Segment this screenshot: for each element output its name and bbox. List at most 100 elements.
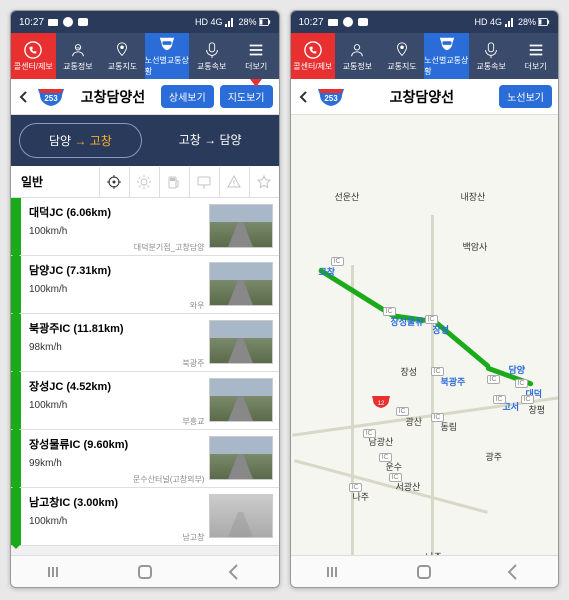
nav-traffic-news[interactable]: 교통속보	[189, 33, 234, 79]
list-item[interactable]: 대덕JC (6.06km)100km/h대덕분기점_고창담양	[11, 198, 279, 256]
notif-icon	[327, 16, 339, 28]
filter-star[interactable]	[249, 167, 279, 197]
hint-arrow-icon	[250, 79, 262, 87]
warning-icon	[226, 174, 242, 190]
map-label: 선운산	[335, 190, 360, 203]
notif-icon	[47, 16, 59, 28]
cctv-thumbnail[interactable]	[209, 436, 273, 480]
direction-a[interactable]: 담양 → 고창	[19, 123, 142, 158]
phone-right: 10:27 HD 4G 28% 콜센터/제보 교통정보 교통지도 노선별교통상황…	[290, 10, 560, 588]
status-net: HD 4G	[195, 17, 223, 27]
status-bar: 10:27 HD 4G 28%	[11, 11, 279, 33]
cctv-thumbnail[interactable]	[209, 378, 273, 422]
route-title: 고창담양선	[351, 87, 494, 107]
camera-label: 부흥교	[29, 416, 205, 427]
nav-callcenter[interactable]: 콜센터/제보	[291, 33, 336, 79]
home-button[interactable]	[412, 560, 436, 584]
msg-icon	[357, 16, 369, 28]
nav-label: 노선별교통상황	[145, 55, 190, 77]
filter-gas[interactable]	[159, 167, 189, 197]
svg-text:253: 253	[44, 94, 58, 103]
mapview-button[interactable]: 지도보기	[220, 85, 273, 108]
route-title: 고창담양선	[71, 87, 155, 107]
ic-badge: IC	[493, 395, 506, 404]
ic-name: 대덕JC (6.06km)	[29, 204, 205, 220]
recents-button[interactable]	[44, 560, 68, 584]
nav-more[interactable]: 더보기	[234, 33, 279, 79]
row-body: 대덕JC (6.06km)100km/h대덕분기점_고창담양	[21, 198, 209, 255]
ic-name: 북광주IC (11.81km)	[29, 320, 205, 336]
nav-traffic-info[interactable]: 교통정보	[335, 33, 380, 79]
route-shield-icon: 253	[317, 87, 345, 107]
nav-label: 교통정보	[63, 61, 92, 72]
list-item[interactable]: 장성물류IC (9.60km)99km/h문수산터널(고창외부)	[11, 430, 279, 488]
lineview-button[interactable]: 노선보기	[499, 85, 552, 108]
list-item[interactable]: 북광주IC (11.81km)98km/h북광주	[11, 314, 279, 372]
status-bar-green	[11, 430, 21, 487]
ic-badge: IC	[349, 483, 362, 492]
map[interactable]: 12 선운산내장산백암사고창장성물류장성장성북광주담양대덕고서창평광산동림남광산…	[291, 115, 559, 555]
home-button[interactable]	[133, 560, 157, 584]
nav-label: 교통지도	[108, 61, 137, 72]
list-item[interactable]: 담양JC (7.31km)100km/h와우	[11, 256, 279, 314]
filter-sun[interactable]	[129, 167, 159, 197]
cctv-thumbnail[interactable]	[209, 262, 273, 306]
nav-traffic-info[interactable]: my 교통정보	[56, 33, 101, 79]
filter-warning[interactable]	[219, 167, 249, 197]
mic-icon	[482, 41, 500, 59]
map-label: 담양	[509, 363, 526, 376]
nav-traffic-map[interactable]: 교통지도	[100, 33, 145, 79]
back-button[interactable]	[222, 560, 246, 584]
filter-target[interactable]	[99, 167, 129, 197]
back-icon[interactable]	[17, 90, 31, 104]
nav-more[interactable]: 더보기	[513, 33, 558, 79]
system-nav	[11, 555, 279, 587]
battery-icon	[538, 16, 550, 28]
nav-traffic-map[interactable]: 교통지도	[380, 33, 425, 79]
nav-route-status[interactable]: 노선별교통상황	[424, 33, 469, 79]
nav-callcenter[interactable]: 콜센터/제보	[11, 33, 56, 79]
nav-route-status[interactable]: 노선별교통상황	[145, 33, 190, 79]
nav-traffic-news[interactable]: 교통속보	[469, 33, 514, 79]
ic-badge: IC	[396, 407, 409, 416]
ic-badge: IC	[431, 367, 444, 376]
back-button[interactable]	[501, 560, 525, 584]
nav-label: 교통정보	[343, 61, 372, 72]
cctv-thumbnail[interactable]	[209, 204, 273, 248]
camera-label: 와우	[29, 300, 205, 311]
phone-left: 10:27 HD 4G 28% 콜센터/제보 my 교통정보 교통지도 노선별교…	[10, 10, 280, 588]
direction-b[interactable]: 고창 → 담양	[150, 123, 271, 158]
recents-button[interactable]	[323, 560, 347, 584]
nav-label: 노선별교통상황	[424, 55, 469, 77]
status-bar-green	[11, 314, 21, 371]
ic-name: 장성JC (4.52km)	[29, 378, 205, 394]
nav-label: 교통지도	[387, 61, 416, 72]
svg-text:253: 253	[324, 94, 338, 103]
ic-badge: IC	[331, 257, 344, 266]
list-item[interactable]: 장성JC (4.52km)100km/h부흥교	[11, 372, 279, 430]
map-label: 동림	[441, 420, 458, 433]
ic-badge: IC	[521, 395, 534, 404]
status-bar-green	[11, 488, 21, 545]
list-item[interactable]: 남고창IC (3.00km)100km/h남고창	[11, 488, 279, 546]
filter-sign[interactable]	[189, 167, 219, 197]
back-icon[interactable]	[297, 90, 311, 104]
ic-badge: IC	[425, 315, 438, 324]
map-label: 북광주	[441, 375, 466, 388]
detail-button[interactable]: 상세보기	[161, 85, 214, 108]
pin-icon	[113, 41, 131, 59]
ic-speed: 100km/h	[29, 284, 205, 295]
sun-icon	[136, 174, 152, 190]
route-shield-icon: 253	[37, 87, 65, 107]
target-icon	[106, 174, 122, 190]
nav-label: 콜센터/제보	[14, 61, 53, 72]
menu-icon	[247, 41, 265, 59]
cctv-thumbnail[interactable]	[209, 494, 273, 538]
map-label: 장성물류	[391, 315, 424, 328]
gas-icon	[166, 174, 182, 190]
ic-list[interactable]: 대덕JC (6.06km)100km/h대덕분기점_고창담양담양JC (7.31…	[11, 198, 279, 555]
cctv-thumbnail[interactable]	[209, 320, 273, 364]
system-nav	[291, 555, 559, 587]
my-icon: my	[69, 41, 87, 59]
row-body: 북광주IC (11.81km)98km/h북광주	[21, 314, 209, 371]
